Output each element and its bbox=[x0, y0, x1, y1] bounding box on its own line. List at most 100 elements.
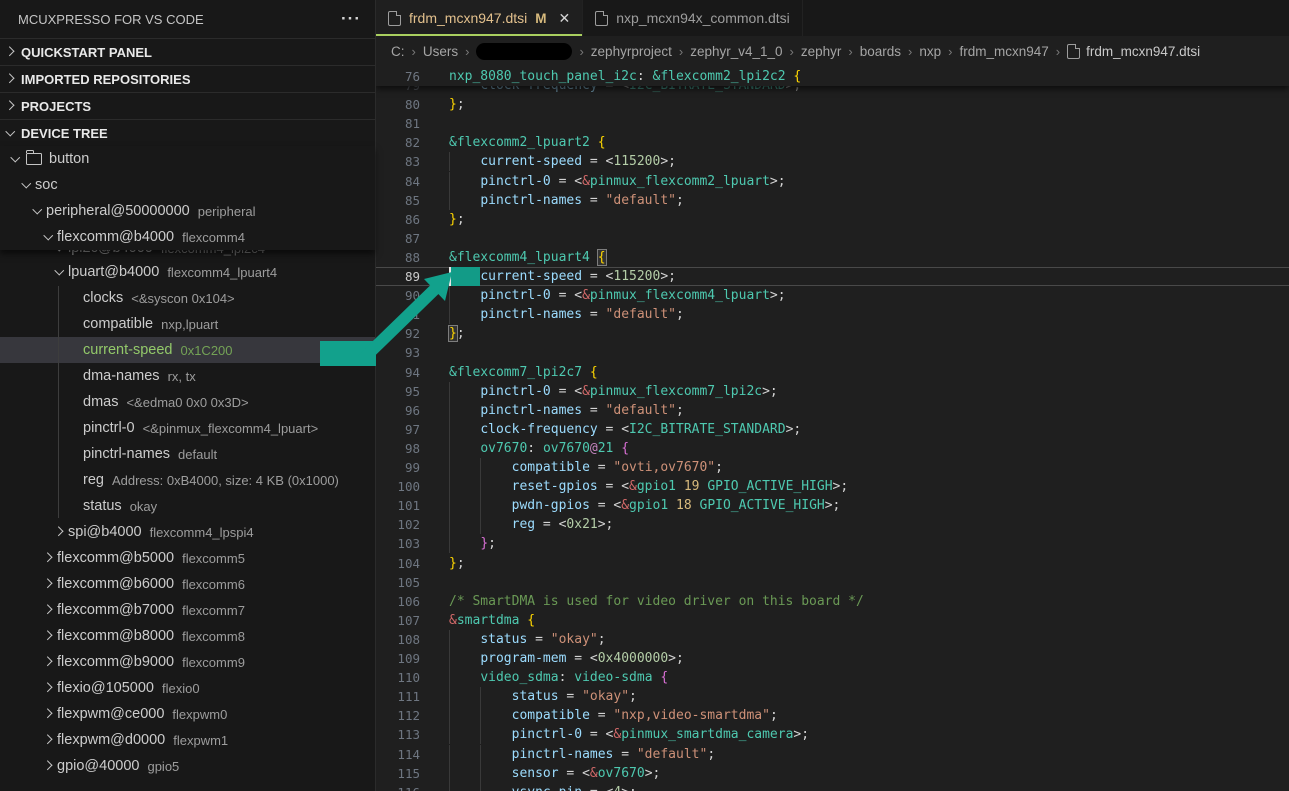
tree-item-pinctrl-names[interactable]: pinctrl-namesdefault bbox=[0, 441, 375, 467]
breadcrumb-item[interactable]: zephyr_v4_1_0 bbox=[690, 44, 782, 59]
line-number[interactable]: 95 bbox=[376, 384, 420, 399]
breadcrumb-item[interactable]: zephyrproject bbox=[591, 44, 672, 59]
code-line-106[interactable]: 106/* SmartDMA is used for video driver … bbox=[376, 592, 1289, 611]
tree-item-dmas[interactable]: dmas<&edma0 0x0 0x3D> bbox=[0, 389, 375, 415]
code-line-100[interactable]: 100 reset-gpios = <&gpio1 19 GPIO_ACTIVE… bbox=[376, 477, 1289, 496]
tree-item-spi-b4000[interactable]: spi@b4000flexcomm4_lpspi4 bbox=[0, 519, 375, 545]
code-line-80[interactable]: 80}; bbox=[376, 95, 1289, 114]
chevron-right-icon[interactable] bbox=[52, 524, 68, 540]
breadcrumb-file[interactable]: frdm_mcxn947.dtsi bbox=[1067, 44, 1200, 59]
tree-item-lpuart-b4000[interactable]: lpuart@b4000flexcomm4_lpuart4 bbox=[0, 259, 375, 285]
tree-item-flexpwm-d0000[interactable]: flexpwm@d0000flexpwm1 bbox=[0, 727, 375, 753]
line-number[interactable]: 88 bbox=[376, 250, 420, 265]
tree-item-button[interactable]: button bbox=[0, 146, 375, 172]
line-number[interactable]: 113 bbox=[376, 727, 420, 742]
line-number[interactable]: 97 bbox=[376, 422, 420, 437]
breadcrumb-item[interactable]: boards bbox=[860, 44, 901, 59]
code-line-102[interactable]: 102 reg = <0x21>; bbox=[376, 515, 1289, 534]
line-number[interactable]: 100 bbox=[376, 479, 420, 494]
line-number[interactable]: 116 bbox=[376, 785, 420, 791]
line-number[interactable]: 85 bbox=[376, 193, 420, 208]
tree-item-flexcomm-b5000[interactable]: flexcomm@b5000flexcomm5 bbox=[0, 545, 375, 571]
chevron-down-icon[interactable] bbox=[52, 250, 68, 256]
chevron-down-icon[interactable] bbox=[41, 229, 57, 245]
code-line-108[interactable]: 108 status = "okay"; bbox=[376, 630, 1289, 649]
section-header-imported-repositories[interactable]: IMPORTED REPOSITORIES bbox=[0, 65, 375, 92]
code-line-111[interactable]: 111 status = "okay"; bbox=[376, 687, 1289, 706]
line-number[interactable]: 90 bbox=[376, 288, 420, 303]
code-line-113[interactable]: 113 pinctrl-0 = <&pinmux_smartdma_camera… bbox=[376, 725, 1289, 744]
tab-nxp_mcxn94x_common.dtsi[interactable]: nxp_mcxn94x_common.dtsi bbox=[583, 0, 803, 36]
code-line-98[interactable]: 98 ov7670: ov7670@21 { bbox=[376, 439, 1289, 458]
tree-item-dma-names[interactable]: dma-namesrx, tx bbox=[0, 363, 375, 389]
code-line-90[interactable]: 90 pinctrl-0 = <&pinmux_flexcomm4_lpuart… bbox=[376, 286, 1289, 305]
code-line-115[interactable]: 115 sensor = <&ov7670>; bbox=[376, 764, 1289, 783]
chevron-right-icon[interactable] bbox=[41, 706, 57, 722]
tree-item-flexpwm-ce000[interactable]: flexpwm@ce000flexpwm0 bbox=[0, 701, 375, 727]
line-number[interactable]: 83 bbox=[376, 154, 420, 169]
breadcrumb-item[interactable]: zephyr bbox=[801, 44, 842, 59]
chevron-down-icon[interactable] bbox=[52, 264, 68, 280]
line-number[interactable]: 93 bbox=[376, 345, 420, 360]
code-line-97[interactable]: 97 clock-frequency = <I2C_BITRATE_STANDA… bbox=[376, 420, 1289, 439]
breadcrumb-item[interactable]: Users bbox=[423, 44, 458, 59]
line-number[interactable]: 114 bbox=[376, 747, 420, 762]
breadcrumb-item[interactable]: C: bbox=[391, 44, 405, 59]
tree-item-flexcomm-b6000[interactable]: flexcomm@b6000flexcomm6 bbox=[0, 571, 375, 597]
chevron-right-icon[interactable] bbox=[41, 550, 57, 566]
line-number[interactable]: 80 bbox=[376, 97, 420, 112]
tree-item-soc[interactable]: soc bbox=[0, 172, 375, 198]
line-number[interactable]: 87 bbox=[376, 231, 420, 246]
line-number[interactable]: 109 bbox=[376, 651, 420, 666]
line-number[interactable]: 91 bbox=[376, 307, 420, 322]
code-line-96[interactable]: 96 pinctrl-names = "default"; bbox=[376, 401, 1289, 420]
chevron-right-icon[interactable] bbox=[41, 654, 57, 670]
line-number[interactable]: 92 bbox=[376, 326, 420, 341]
tree-item-gpio-40000[interactable]: gpio@40000gpio5 bbox=[0, 753, 375, 779]
line-number[interactable]: 108 bbox=[376, 632, 420, 647]
code-line-101[interactable]: 101 pwdn-gpios = <&gpio1 18 GPIO_ACTIVE_… bbox=[376, 496, 1289, 515]
line-number[interactable]: 81 bbox=[376, 116, 420, 131]
code-line-91[interactable]: 91 pinctrl-names = "default"; bbox=[376, 305, 1289, 324]
line-number[interactable]: 105 bbox=[376, 575, 420, 590]
tree-item-flexcomm-b9000[interactable]: flexcomm@b9000flexcomm9 bbox=[0, 649, 375, 675]
code-line-82[interactable]: 82&flexcomm2_lpuart2 { bbox=[376, 133, 1289, 152]
code-line-116[interactable]: 116 vsync-pin = <4>; bbox=[376, 783, 1289, 791]
code-line-84[interactable]: 84 pinctrl-0 = <&pinmux_flexcomm2_lpuart… bbox=[376, 172, 1289, 191]
code-line-110[interactable]: 110 video_sdma: video-sdma { bbox=[376, 668, 1289, 687]
code-line-103[interactable]: 103 }; bbox=[376, 534, 1289, 553]
line-number[interactable]: 89 bbox=[376, 269, 420, 284]
code-line-95[interactable]: 95 pinctrl-0 = <&pinmux_flexcomm7_lpi2c>… bbox=[376, 382, 1289, 401]
line-number[interactable]: 110 bbox=[376, 670, 420, 685]
tree-item-peripheral-50000000[interactable]: peripheral@50000000peripheral bbox=[0, 198, 375, 224]
code-line-88[interactable]: 88&flexcomm4_lpuart4 { bbox=[376, 248, 1289, 267]
code-editor[interactable]: 79 clock-frequency = <I2C_BITRATE_STANDA… bbox=[376, 66, 1289, 791]
line-number[interactable]: 82 bbox=[376, 135, 420, 150]
line-number[interactable]: 115 bbox=[376, 766, 420, 781]
line-number[interactable]: 102 bbox=[376, 517, 420, 532]
tree-item-flexcomm-b8000[interactable]: flexcomm@b8000flexcomm8 bbox=[0, 623, 375, 649]
tree-item-clocks[interactable]: clocks<&syscon 0x104> bbox=[0, 285, 375, 311]
code-line-114[interactable]: 114 pinctrl-names = "default"; bbox=[376, 745, 1289, 764]
chevron-right-icon[interactable] bbox=[41, 732, 57, 748]
chevron-right-icon[interactable] bbox=[41, 758, 57, 774]
code-line-92[interactable]: 92}; bbox=[376, 324, 1289, 343]
chevron-right-icon[interactable] bbox=[41, 576, 57, 592]
line-number[interactable]: 99 bbox=[376, 460, 420, 475]
code-line-93[interactable]: 93 bbox=[376, 343, 1289, 362]
chevron-down-icon[interactable] bbox=[19, 177, 35, 193]
code-line-83[interactable]: 83 current-speed = <115200>; bbox=[376, 152, 1289, 171]
tree-item-compatible[interactable]: compatiblenxp,lpuart bbox=[0, 311, 375, 337]
chevron-down-icon[interactable] bbox=[30, 203, 46, 219]
code-line-112[interactable]: 112 compatible = "nxp,video-smartdma"; bbox=[376, 706, 1289, 725]
section-header-device-tree[interactable]: DEVICE TREE bbox=[0, 119, 375, 146]
tree-item-flexcomm-b4000[interactable]: flexcomm@b4000flexcomm4 bbox=[0, 224, 375, 250]
close-icon[interactable]: ✕ bbox=[559, 10, 571, 27]
code-line-94[interactable]: 94&flexcomm7_lpi2c7 { bbox=[376, 363, 1289, 382]
tree-item-reg[interactable]: regAddress: 0xB4000, size: 4 KB (0x1000) bbox=[0, 467, 375, 493]
line-number[interactable]: 107 bbox=[376, 613, 420, 628]
code-line-85[interactable]: 85 pinctrl-names = "default"; bbox=[376, 191, 1289, 210]
chevron-right-icon[interactable] bbox=[41, 680, 57, 696]
section-header-quickstart-panel[interactable]: QUICKSTART PANEL bbox=[0, 38, 375, 65]
code-line-81[interactable]: 81 bbox=[376, 114, 1289, 133]
